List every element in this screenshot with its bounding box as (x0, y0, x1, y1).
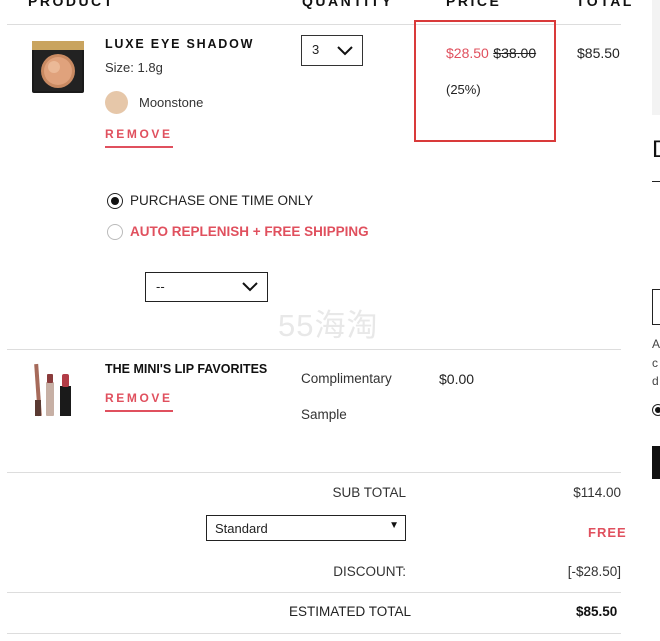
right-panel-button[interactable] (652, 446, 660, 479)
discount-label: DISCOUNT: (333, 564, 406, 579)
remove-button[interactable]: REMOVE (105, 127, 173, 148)
dropdown-arrow-icon: ▼ (389, 520, 399, 531)
header-product: PRODUCT (28, 0, 115, 9)
right-panel-input[interactable] (652, 289, 660, 325)
highlight-annotation-box (414, 20, 556, 142)
summary-divider (7, 472, 621, 473)
one-time-label[interactable]: PURCHASE ONE TIME ONLY (130, 193, 313, 208)
item-size: Size: 1.8g (105, 60, 163, 75)
right-panel-heading: D (652, 136, 660, 164)
remove-button[interactable]: REMOVE (105, 391, 173, 412)
right-panel-text: d (652, 374, 659, 388)
frequency-value: -- (156, 279, 165, 294)
right-panel-edge (652, 0, 660, 115)
header-price: PRICE (446, 0, 502, 9)
estimated-total-label: ESTIMATED TOTAL (289, 604, 412, 619)
shade-name: Moonstone (139, 95, 204, 110)
discount-value: [-$28.50] (567, 564, 621, 579)
item-price: $0.00 (439, 371, 475, 387)
subtotal-value: $114.00 (573, 485, 621, 500)
auto-replenish-label[interactable]: AUTO REPLENISH + FREE SHIPPING (130, 224, 369, 239)
item-name[interactable]: LUXE EYE SHADOW (105, 37, 254, 51)
watermark: 55海淘 (278, 308, 379, 343)
shipping-method-select[interactable]: Standard ▼ (206, 515, 406, 541)
estimated-total-value: $85.50 (576, 604, 618, 619)
estimated-divider (7, 592, 621, 593)
item-divider (7, 349, 621, 350)
right-panel-text: A (652, 337, 660, 351)
shipping-value: FREE (588, 525, 627, 540)
eye-shadow-product-image[interactable] (30, 38, 87, 96)
item-name[interactable]: THE MINI'S LIP FAVORITES (105, 362, 267, 376)
right-panel-text: c (652, 356, 658, 370)
right-panel-radio[interactable] (652, 404, 660, 416)
auto-replenish-radio[interactable] (107, 224, 123, 240)
complimentary-label: Complimentary (301, 371, 392, 386)
right-panel-rule (652, 181, 660, 182)
subtotal-label: SUB TOTAL (332, 485, 406, 500)
quantity-value: 3 (312, 42, 320, 57)
replenish-frequency-select[interactable]: -- (145, 272, 268, 302)
bottom-divider (7, 633, 621, 634)
chevron-down-icon (242, 282, 258, 292)
item-total: $85.50 (577, 45, 620, 61)
sample-label: Sample (301, 407, 347, 422)
shade-swatch (105, 91, 128, 114)
shipping-method-value: Standard (215, 521, 268, 536)
chevron-down-icon (337, 46, 353, 56)
lip-favorites-product-image[interactable] (30, 360, 80, 420)
header-total: TOTAL (576, 0, 634, 9)
header-quantity: QUANTITY (302, 0, 394, 9)
one-time-radio[interactable] (107, 193, 123, 209)
quantity-select[interactable]: 3 (301, 35, 363, 66)
